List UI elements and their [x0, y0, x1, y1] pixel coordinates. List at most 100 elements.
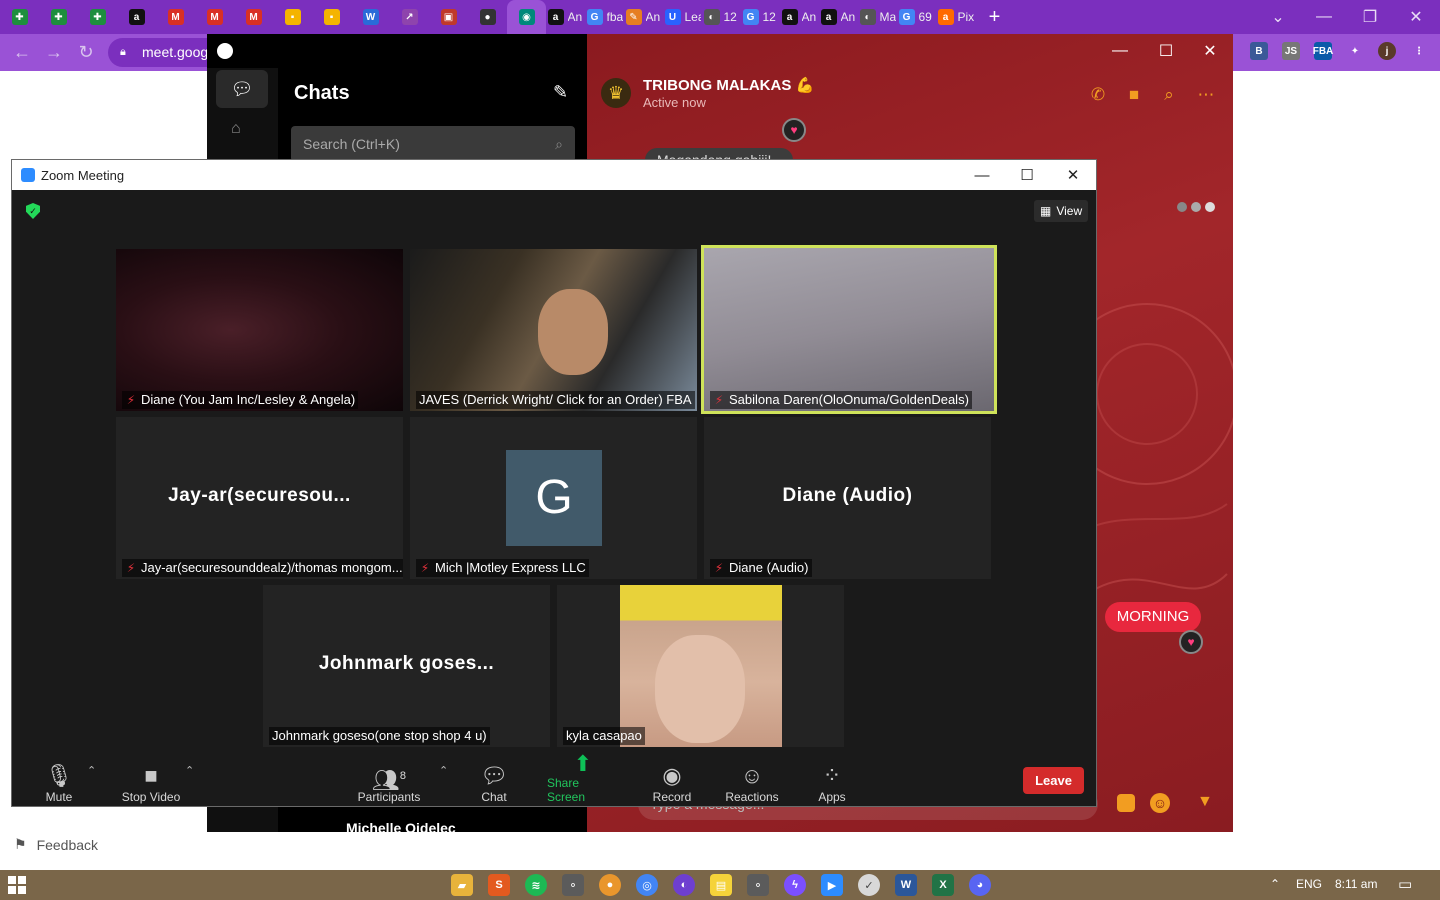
file-explorer-icon[interactable]: ▰: [451, 874, 473, 896]
browser-tab[interactable]: M: [234, 0, 273, 34]
browser-tab[interactable]: ✚: [78, 0, 117, 34]
view-button[interactable]: ▦ View: [1034, 200, 1089, 222]
zoom-icon[interactable]: ▶: [821, 874, 843, 896]
marketplace-rail-icon[interactable]: ⌂: [231, 120, 253, 138]
browser-tab[interactable]: ◉: [507, 0, 546, 34]
browser-tab[interactable]: a: [117, 0, 156, 34]
browser-tab[interactable]: ↗: [390, 0, 429, 34]
extension-icon[interactable]: JS: [1282, 42, 1300, 60]
browser-tab[interactable]: W: [351, 0, 390, 34]
close-icon[interactable]: ✕: [1393, 0, 1439, 34]
messenger-icon[interactable]: ϟ: [784, 874, 806, 896]
app-icon[interactable]: ●: [599, 874, 621, 896]
search-icon[interactable]: ⌕: [1158, 84, 1180, 106]
video-tile[interactable]: kyla casapao: [557, 585, 844, 747]
app-icon[interactable]: ✓: [858, 874, 880, 896]
spotify-icon[interactable]: ≋: [525, 874, 547, 896]
security-shield-icon[interactable]: ✓: [26, 203, 40, 219]
browser-tab[interactable]: a An: [819, 0, 858, 34]
video-tile-active-speaker[interactable]: ⚡︎ Sabilona Daren(OloOnuma/GoldenDeals): [701, 245, 997, 414]
chat-title[interactable]: TRIBONG MALAKAS 💪: [643, 76, 814, 94]
mute-button[interactable]: 🎙︎ Mute: [42, 758, 76, 805]
address-bar[interactable]: 🔒︎ meet.goog: [108, 38, 218, 67]
browser-tab[interactable]: ULea: [663, 0, 702, 34]
participants-caret-icon[interactable]: ⌃: [439, 764, 448, 777]
minimize-icon[interactable]: —: [959, 160, 1005, 190]
video-tile[interactable]: Jay-ar(securesou... ⚡︎ Jay-ar(securesound…: [116, 417, 403, 579]
share-screen-button[interactable]: ⬆ Share Screen: [547, 752, 619, 805]
minimize-icon[interactable]: —: [1301, 0, 1347, 34]
participants-button[interactable]: 👥︎8 Participants: [357, 758, 421, 804]
video-tile[interactable]: Johnmark goses... Johnmark goseso(one st…: [263, 585, 550, 747]
chevron-down-icon[interactable]: ⌄: [1255, 0, 1301, 34]
record-button[interactable]: ◉ Record: [652, 758, 692, 805]
new-tab-button[interactable]: +: [975, 0, 1014, 34]
phone-icon[interactable]: ✆: [1087, 84, 1109, 106]
browser-tab[interactable]: ▣: [429, 0, 468, 34]
notifications-icon[interactable]: ▭: [1398, 875, 1412, 893]
app-icon[interactable]: ⚬: [562, 874, 584, 896]
chrome-menu-icon[interactable]: ⋮: [1410, 42, 1428, 60]
video-tile[interactable]: G ⚡︎ Mich |Motley Express LLC: [410, 417, 697, 579]
contact-name[interactable]: Michelle Oidelec: [346, 820, 456, 836]
extensions-puzzle-icon[interactable]: ✦: [1346, 42, 1364, 60]
app-icon[interactable]: ◐: [673, 874, 695, 896]
feedback-link[interactable]: ⚑ Feedback: [14, 836, 98, 853]
excel-icon[interactable]: X: [932, 874, 954, 896]
browser-tab[interactable]: ●: [468, 0, 507, 34]
video-tile[interactable]: Diane (Audio) ⚡︎ Diane (Audio): [704, 417, 991, 579]
chrome-icon[interactable]: ◎: [636, 874, 658, 896]
messenger-search-input[interactable]: Search (Ctrl+K) ⌕: [291, 126, 575, 162]
browser-tab[interactable]: ◐ 12: [702, 0, 741, 34]
browser-tab[interactable]: Gfba: [585, 0, 624, 34]
stop-video-button[interactable]: ■ Stop Video: [120, 758, 182, 805]
reactions-button[interactable]: ☺ Reactions: [724, 758, 780, 805]
browser-tab[interactable]: a An: [546, 0, 585, 34]
reload-icon[interactable]: ↻: [70, 34, 102, 71]
browser-tab[interactable]: a Pix: [936, 0, 975, 34]
more-icon[interactable]: ⋯: [1195, 84, 1217, 106]
browser-tab[interactable]: ▪: [312, 0, 351, 34]
clock[interactable]: 8:11 am: [1335, 877, 1377, 891]
group-avatar[interactable]: ♛: [601, 78, 631, 108]
video-tile[interactable]: ⚡︎ Diane (You Jam Inc/Lesley & Angela): [116, 249, 403, 411]
browser-tab[interactable]: ✎ An: [624, 0, 663, 34]
input-language[interactable]: ENG: [1296, 877, 1322, 891]
extension-icon[interactable]: B: [1250, 42, 1268, 60]
restore-icon[interactable]: ❐: [1347, 0, 1393, 34]
back-icon[interactable]: ←: [6, 34, 38, 71]
audio-options-caret-icon[interactable]: ⌃: [87, 764, 96, 777]
app-icon[interactable]: ⚬: [747, 874, 769, 896]
maximize-icon[interactable]: ☐: [1004, 160, 1050, 190]
extension-icon[interactable]: FBA: [1313, 42, 1333, 60]
browser-tab[interactable]: ✚: [39, 0, 78, 34]
new-message-icon[interactable]: ✎: [553, 82, 568, 103]
discord-icon[interactable]: ◕: [969, 874, 991, 896]
windows-start-icon[interactable]: [8, 876, 26, 894]
fox-icon[interactable]: ▼: [1197, 793, 1217, 813]
video-call-icon[interactable]: ■: [1123, 84, 1145, 106]
emoji-icon[interactable]: ☺: [1150, 793, 1170, 813]
apps-button[interactable]: ⁘ Apps: [816, 758, 848, 805]
tray-chevron-icon[interactable]: ⌃: [1270, 877, 1280, 891]
browser-tab[interactable]: M: [195, 0, 234, 34]
forward-icon[interactable]: →: [38, 34, 70, 71]
sticker-icon[interactable]: [1117, 794, 1135, 812]
browser-tab[interactable]: ▪: [273, 0, 312, 34]
browser-tab[interactable]: ✚: [0, 0, 39, 34]
browser-tab[interactable]: a An: [780, 0, 819, 34]
profile-avatar[interactable]: j: [1378, 42, 1396, 60]
word-icon[interactable]: W: [895, 874, 917, 896]
browser-tab[interactable]: M: [156, 0, 195, 34]
browser-tab[interactable]: G 69: [897, 0, 936, 34]
chats-rail-icon[interactable]: 💬︎: [216, 70, 268, 108]
browser-tab[interactable]: G 12: [741, 0, 780, 34]
browser-tab[interactable]: ◐ Ma: [858, 0, 897, 34]
leave-button[interactable]: Leave: [1023, 767, 1084, 794]
chat-button[interactable]: 💬︎ Chat: [478, 758, 510, 805]
video-options-caret-icon[interactable]: ⌃: [185, 764, 194, 777]
video-tile[interactable]: JAVES (Derrick Wright/ Click for an Orde…: [410, 249, 697, 411]
close-icon[interactable]: ✕: [1050, 160, 1096, 190]
sublime-text-icon[interactable]: S: [488, 874, 510, 896]
sticky-notes-icon[interactable]: ▤: [710, 874, 732, 896]
